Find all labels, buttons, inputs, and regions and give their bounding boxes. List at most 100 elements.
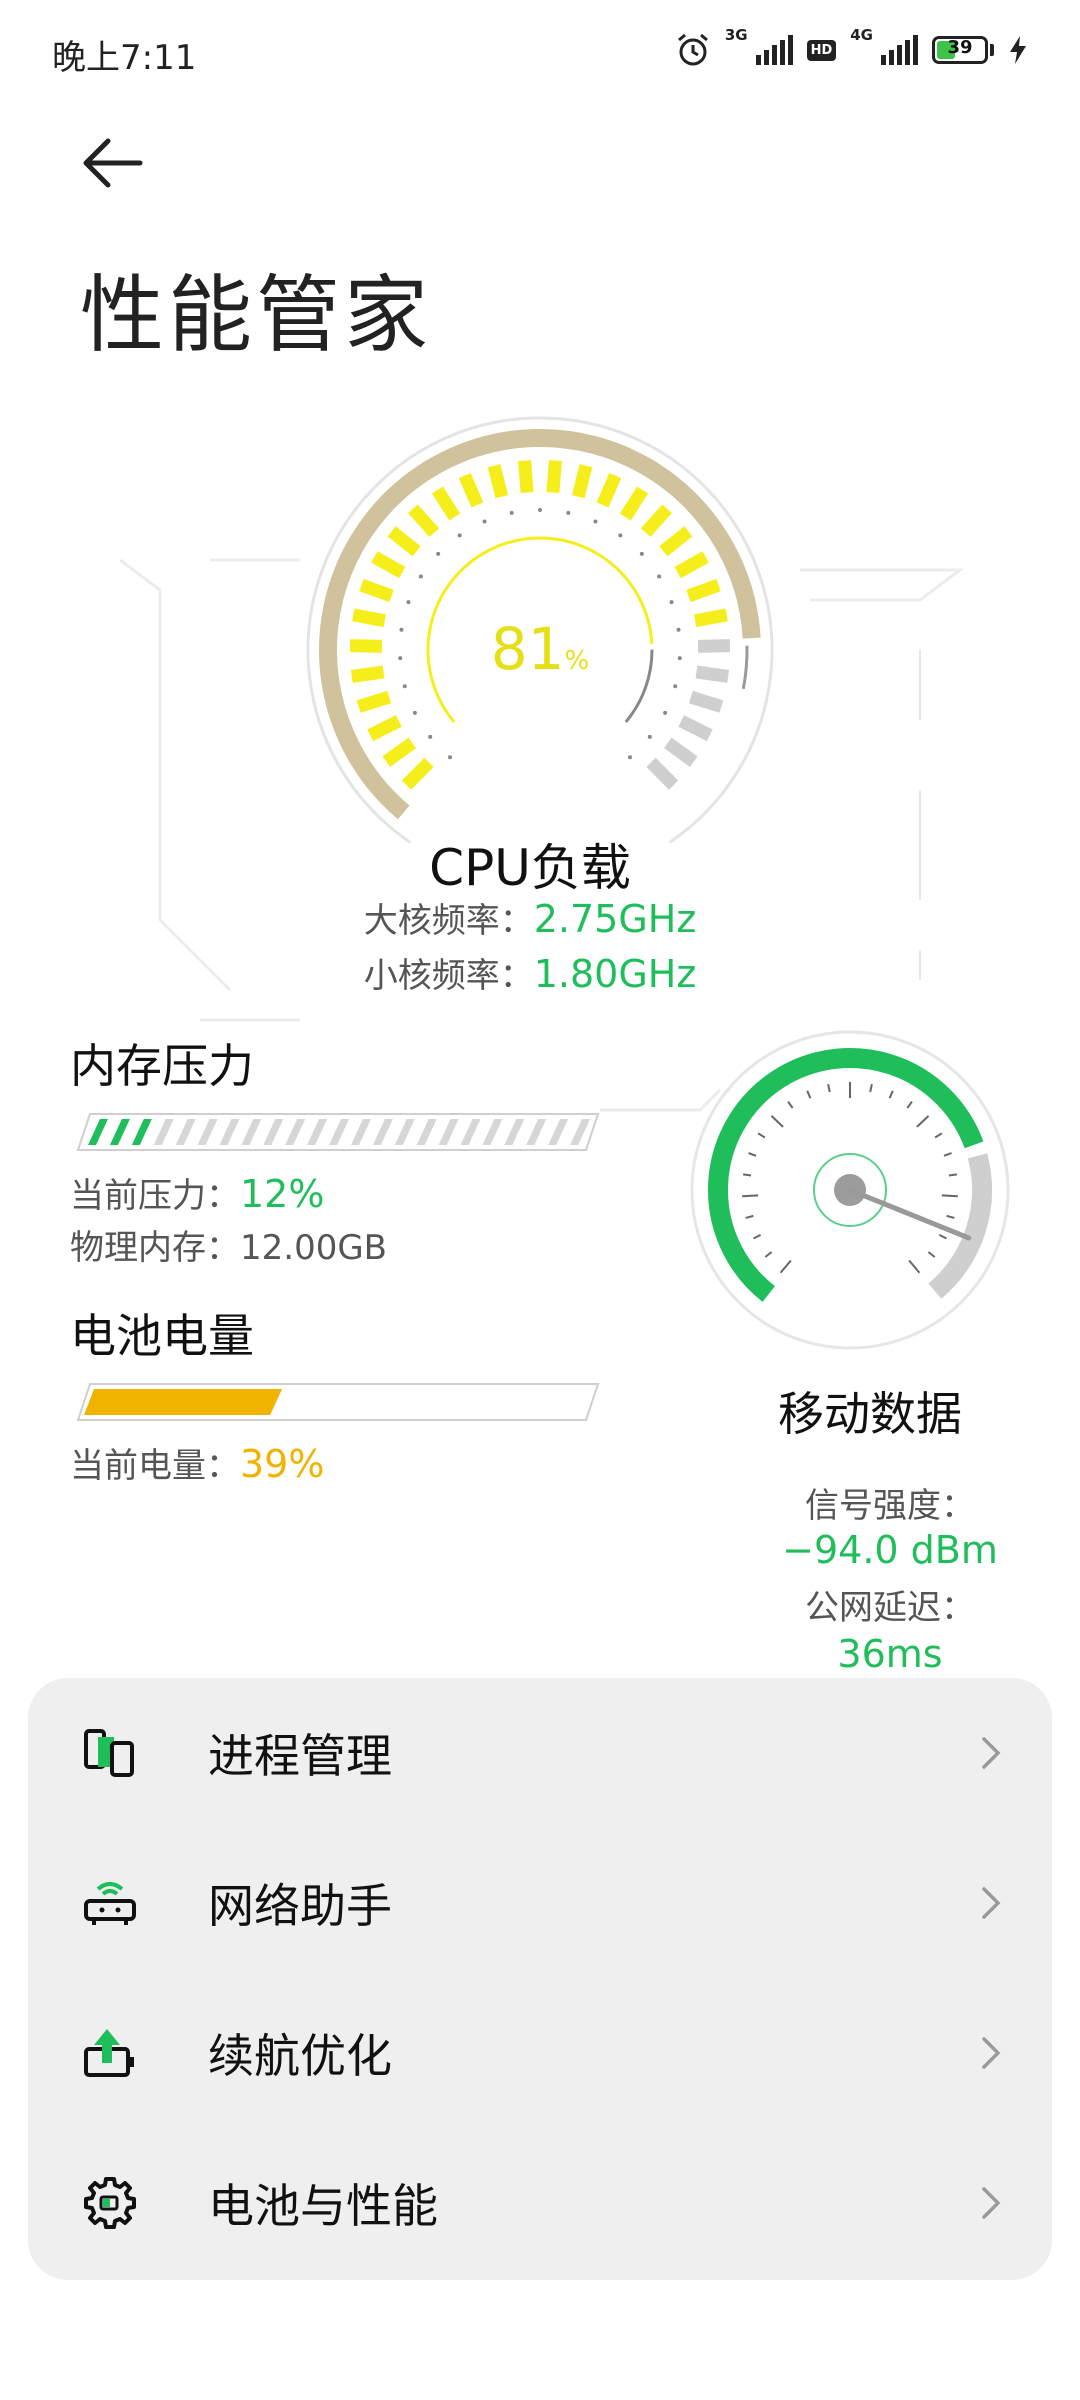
menu-item-network-assistant[interactable]: 网络助手 [28,1828,1052,1978]
cpu-gauge-segment [487,464,509,499]
latency-label: 公网延迟： [805,1588,975,1628]
cpu-gauge-dot [676,627,681,632]
status-time: 晚上7:11 [52,38,197,78]
cpu-gauge-segment [694,608,728,628]
memory-pressure-label: 当前压力： [70,1176,240,1216]
data-gauge-tick [927,1251,936,1258]
cpu-gauge-segment [349,639,383,653]
menu-item-battery-and-performance[interactable]: 电池与性能 [28,2128,1052,2278]
status-icons: 3G HD 4G 39 [675,26,1028,74]
cpu-gauge-segment [697,639,731,653]
cpu-gauge-segment [678,715,713,742]
signal-strength-value: −94.0 dBm [782,1528,998,1572]
cpu-gauge-segment [356,690,392,713]
memory-title: 内存压力 [70,1039,254,1093]
cpu-gauge-dot [402,684,407,689]
data-gauge-tick [941,1194,958,1198]
data-gauge-tick [906,1100,913,1109]
cpu-gauge-segment [518,460,534,494]
cpu-gauge-segment [571,464,593,499]
memory-pressure-row: 当前压力：12% [70,1168,324,1217]
cpu-gauge-dot [457,533,462,538]
cpu-gauge-dot [398,656,403,661]
cpu-gauge-dot [566,510,571,515]
battery-title: 电池电量 [70,1309,254,1363]
cpu-gauge-segment [686,578,721,603]
data-gauge-tick [753,1233,762,1240]
cpu-gauge-dot [538,508,542,512]
menu-item-process-management[interactable]: 进程管理 [28,1678,1052,1828]
data-gauge-tick [946,1214,955,1219]
cpu-gauge-segment [359,578,394,603]
cpu-gauge-dot [428,734,433,739]
cpu-gauge-segment [350,665,385,683]
chevron-right-icon [982,1737,1001,1769]
cpu-gauge-segment [664,737,698,767]
menu-label: 进程管理 [208,1729,392,1783]
cpu-gauge-dot [627,755,632,760]
cpu-gauge-segment [659,526,693,557]
cpu-gauge-segment [431,486,461,521]
cpu-gauge-segment [688,690,724,713]
cpu-gauge-dot [669,600,674,605]
cpu-gauge-segment [646,757,679,790]
signal-icon [881,35,918,65]
battery-level-label: 当前电量： [70,1446,240,1486]
data-gauge-tick [948,1173,958,1177]
menu-item-battery-life-optimization[interactable]: 续航优化 [28,1978,1052,2128]
cpu-gauge-dot [412,710,417,715]
network-type-1: 3G [724,26,748,44]
physical-memory-value: 12.00GB [240,1228,388,1268]
page-title: 性能管家 [80,266,433,364]
data-gauge-tick [757,1132,766,1139]
cpu-gauge-dot [618,533,623,538]
cpu-load-value: 81 [490,615,565,683]
small-core-label: 小核频率： [363,956,534,996]
cpu-gauge-dot [657,574,662,579]
data-gauge-tick [916,1115,930,1128]
cpu-load-unit: % [564,646,590,676]
data-gauge-needle [847,1187,972,1241]
data-gauge-tick [742,1173,752,1177]
cpu-gauge-segment [596,472,622,508]
cpu-gauge-dot [647,734,652,739]
cpu-gauge-dot [418,574,423,579]
cpu-gauge-segment [352,608,386,628]
process-icon [84,1729,134,1777]
menu-label: 网络助手 [208,1879,392,1933]
gear-icon [84,2177,136,2229]
memory-pressure-bar [76,1113,600,1151]
cpu-gauge-dot [482,519,487,524]
cpu-gauge-dot [448,755,453,760]
back-button[interactable] [78,128,148,198]
cpu-gauge-segment [387,526,421,557]
physical-memory-row: 物理内存：12.00GB [70,1220,387,1269]
chevron-right-icon [982,2187,1001,2219]
cpu-gauge-dot [639,551,644,556]
cpu-gauge-segment [640,504,672,537]
data-gauge-tick [869,1084,873,1093]
charging-icon [1010,36,1026,64]
menu-card: 进程管理 网络助手 续航优化 电池与性能 [28,1678,1052,2280]
cpu-gauge-segment [367,715,402,742]
arrow-left-icon [83,138,143,188]
battery-level-bar [76,1383,600,1421]
cpu-gauge-rest-arc [741,645,749,690]
chevron-right-icon [982,1887,1001,1919]
cpu-gauge-segment [371,551,406,579]
network-type-2: 4G [850,26,873,44]
mobile-data-title: 移动数据 [778,1387,962,1441]
data-gauge-tick [779,1259,792,1274]
alarm-icon [677,33,708,66]
data-gauge-gray-arc [928,1153,992,1299]
cpu-gauge-dot [436,551,441,556]
cpu-gauge-dot [663,710,668,715]
data-gauge-tick [827,1084,831,1093]
battery-level-row: 当前电量：39% [70,1438,324,1487]
cpu-load-readout: 81% [440,615,640,683]
memory-pressure-value: 12% [240,1172,325,1216]
menu-label: 续航优化 [208,2029,392,2083]
latency-value: 36ms [837,1632,943,1676]
cpu-gauge-dot [673,684,678,689]
cpu-gauge-segment [382,737,416,767]
